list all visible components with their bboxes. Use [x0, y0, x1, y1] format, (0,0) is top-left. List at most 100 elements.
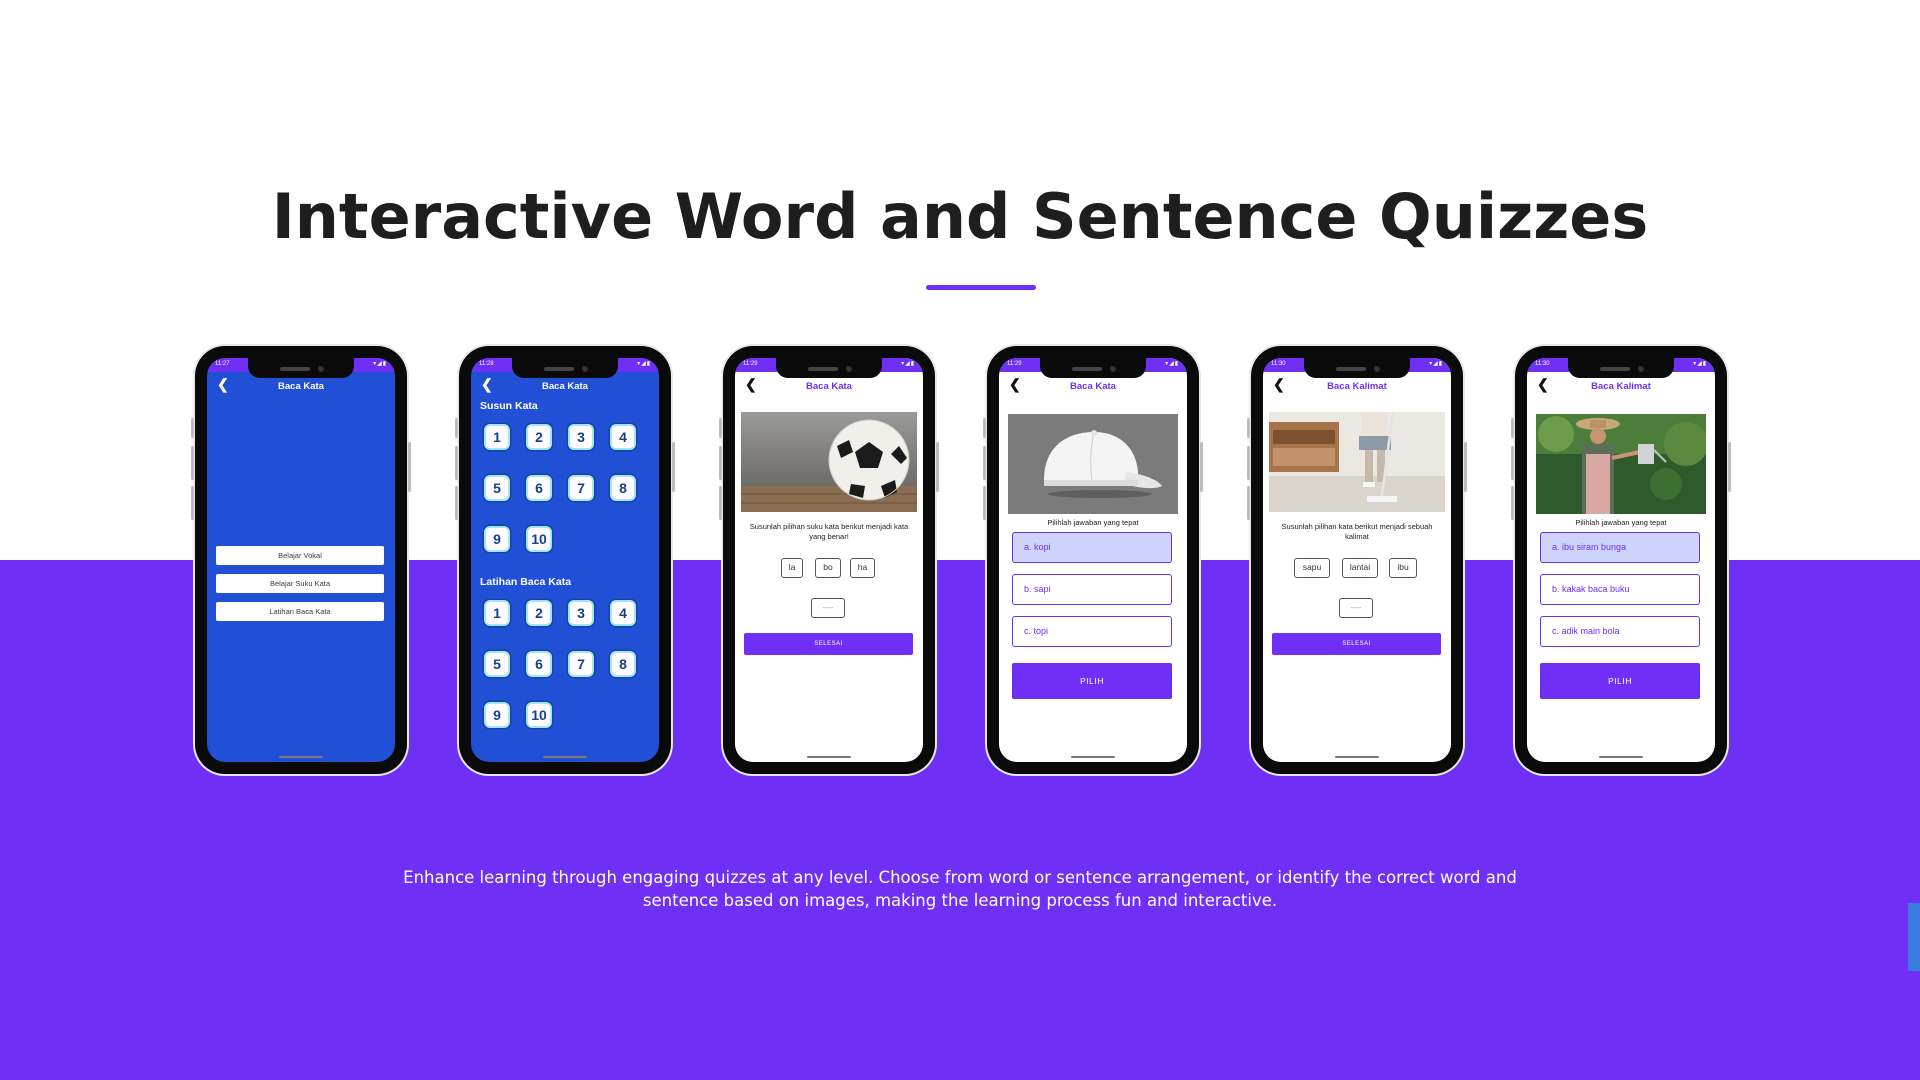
phone-4: 11:29 ▾◢▮ ❮ Baca Kata Pilihlah jawaban y…	[983, 346, 1203, 774]
home-indicator	[807, 756, 851, 758]
phone-side-button	[983, 486, 986, 520]
phone-2: 11:28 ▾◢▮ ❮ Baca Kata Susun Kata 1 2 3 4…	[455, 346, 675, 774]
level-button-7[interactable]: 7	[568, 475, 594, 501]
level-button-6[interactable]: 6	[526, 651, 552, 677]
level-button-7[interactable]: 7	[568, 651, 594, 677]
level-button-10[interactable]: 10	[526, 702, 552, 728]
word-chip[interactable]: lantai	[1342, 558, 1378, 578]
menu-button-belajar-vokal[interactable]: Belajar Vokal	[216, 546, 384, 565]
phone-side-button	[408, 442, 411, 492]
level-button-4[interactable]: 4	[610, 424, 636, 450]
side-scroll-tab[interactable]	[1908, 903, 1920, 971]
watering-garden-image	[1536, 414, 1706, 514]
status-icons: ▾◢▮	[373, 361, 387, 367]
title-underline	[926, 285, 1036, 290]
level-button-5[interactable]: 5	[484, 475, 510, 501]
phone-screen: 11:30 ▾◢▮ ❮ Baca Kalimat Susunlah piliha…	[1263, 358, 1451, 762]
answer-option-c[interactable]: c. adik main bola	[1540, 616, 1700, 647]
word-chip[interactable]: sapu	[1294, 558, 1330, 578]
level-button-9[interactable]: 9	[484, 526, 510, 552]
answer-option-a[interactable]: a. ibu siram bunga	[1540, 532, 1700, 563]
level-button-10[interactable]: 10	[526, 526, 552, 552]
phone-side-button	[1511, 446, 1514, 480]
phone-screen: 11:29 ▾◢▮ ❮ Baca Kata Pilihlah jawaban y…	[999, 358, 1187, 762]
phone-side-button	[983, 446, 986, 480]
level-button-3[interactable]: 3	[568, 600, 594, 626]
level-button-2[interactable]: 2	[526, 424, 552, 450]
answer-option-b[interactable]: b. kakak baca buku	[1540, 574, 1700, 605]
selesai-button[interactable]: SELESAI	[744, 633, 913, 655]
status-time: 11:29	[1007, 361, 1022, 367]
level-button-9[interactable]: 9	[484, 702, 510, 728]
status-time: 11:30	[1271, 361, 1286, 367]
level-button-2[interactable]: 2	[526, 600, 552, 626]
answer-option-a[interactable]: a. kopi	[1012, 532, 1172, 563]
word-chip[interactable]: ibu	[1389, 558, 1417, 578]
phone-screen: 11:30 ▾◢▮ ❮ Baca Kalimat Pilihlah jawaba…	[1527, 358, 1715, 762]
white-cap-image	[1008, 414, 1178, 514]
phone-side-button	[1464, 442, 1467, 492]
phone-notch	[512, 358, 618, 378]
phone-3: 11:29 ▾◢▮ ❮ Baca Kata Susunlah pilihan s…	[719, 346, 939, 774]
status-time: 11:29	[743, 361, 758, 367]
phone-side-button	[455, 418, 458, 438]
level-button-4[interactable]: 4	[610, 600, 636, 626]
syllable-chip[interactable]: ha	[850, 558, 875, 578]
quiz-prompt: Pilihlah jawaban yang tepat	[1047, 518, 1139, 527]
sweeping-floor-image	[1269, 412, 1445, 512]
phone-side-button	[455, 446, 458, 480]
level-button-5[interactable]: 5	[484, 651, 510, 677]
status-icons: ▾◢▮	[1165, 361, 1179, 367]
level-button-1[interactable]: 1	[484, 424, 510, 450]
phone-side-button	[1728, 442, 1731, 492]
home-indicator	[279, 756, 323, 758]
page-title: Interactive Word and Sentence Quizzes	[271, 180, 1649, 253]
section-label-susun-kata: Susun Kata	[480, 400, 538, 412]
phone-side-button	[936, 442, 939, 492]
level-button-6[interactable]: 6	[526, 475, 552, 501]
phone-side-button	[1511, 486, 1514, 520]
section-label-latihan-baca-kata: Latihan Baca Kata	[480, 576, 572, 588]
level-button-3[interactable]: 3	[568, 424, 594, 450]
phone-6: 11:30 ▾◢▮ ❮ Baca Kalimat Pilihlah jawaba…	[1511, 346, 1731, 774]
pilih-button[interactable]: PILIH	[1012, 663, 1172, 699]
level-button-1[interactable]: 1	[484, 600, 510, 626]
answer-option-b[interactable]: b. sapi	[1012, 574, 1172, 605]
phone-side-button	[983, 418, 986, 438]
phone-side-button	[1247, 486, 1250, 520]
screen-title: Baca Kalimat	[1327, 381, 1387, 392]
phone-side-button	[1511, 418, 1514, 438]
pilih-button[interactable]: PILIH	[1540, 663, 1700, 699]
phone-5: 11:30 ▾◢▮ ❮ Baca Kalimat Susunlah piliha…	[1247, 346, 1467, 774]
phone-notch	[1040, 358, 1146, 378]
phone-notch	[1304, 358, 1410, 378]
screen-title: Baca Kata	[542, 381, 588, 392]
answer-slot[interactable]: ----	[811, 598, 845, 618]
syllable-chip[interactable]: bo	[815, 558, 841, 578]
home-indicator	[1335, 756, 1379, 758]
quiz-prompt: Susunlah pilihan kata berikut menjadi se…	[1281, 522, 1433, 541]
phone-1: 11:27 ▾◢▮ ❮ Baca Kata Belajar Vokal Bela…	[191, 346, 411, 774]
phone-side-button	[1247, 446, 1250, 480]
level-button-8[interactable]: 8	[610, 651, 636, 677]
soccer-ball-image	[741, 412, 917, 512]
screen-title: Baca Kalimat	[1591, 381, 1651, 392]
menu-button-latihan-baca-kata[interactable]: Latihan Baca Kata	[216, 602, 384, 621]
syllable-chip[interactable]: la	[781, 558, 803, 578]
phone-side-button	[191, 418, 194, 438]
selesai-button[interactable]: SELESAI	[1272, 633, 1441, 655]
phone-side-button	[455, 486, 458, 520]
home-indicator	[543, 756, 587, 758]
status-icons: ▾◢▮	[1429, 361, 1443, 367]
level-button-8[interactable]: 8	[610, 475, 636, 501]
answer-option-c[interactable]: c. topi	[1012, 616, 1172, 647]
phone-side-button	[719, 446, 722, 480]
menu-button-belajar-suku-kata[interactable]: Belajar Suku Kata	[216, 574, 384, 593]
phone-side-button	[672, 442, 675, 492]
status-icons: ▾◢▮	[901, 361, 915, 367]
phone-side-button	[191, 486, 194, 520]
answer-slot[interactable]: ----	[1339, 598, 1373, 618]
phone-screen: 11:29 ▾◢▮ ❮ Baca Kata Susunlah pilihan s…	[735, 358, 923, 762]
status-time: 11:30	[1535, 361, 1550, 367]
phone-notch	[1568, 358, 1674, 378]
